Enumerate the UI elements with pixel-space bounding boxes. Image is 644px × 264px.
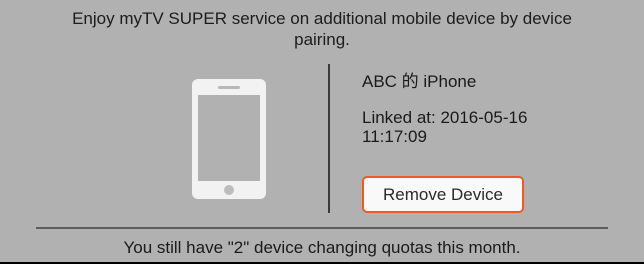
device-name: ABC 的 iPhone (362, 72, 477, 91)
quota-text: You still have "2" device changing quota… (123, 238, 521, 257)
horizontal-divider (36, 227, 608, 229)
intro-text: Enjoy myTV SUPER service on additional m… (72, 9, 572, 49)
linked-at-text: Linked at: 2016-05-16 11:17:09 (362, 108, 528, 146)
smartphone-icon (192, 79, 266, 199)
remove-device-button[interactable]: Remove Device (362, 176, 524, 213)
device-pairing-panel: Enjoy myTV SUPER service on additional m… (0, 0, 644, 262)
vertical-divider (328, 64, 330, 213)
